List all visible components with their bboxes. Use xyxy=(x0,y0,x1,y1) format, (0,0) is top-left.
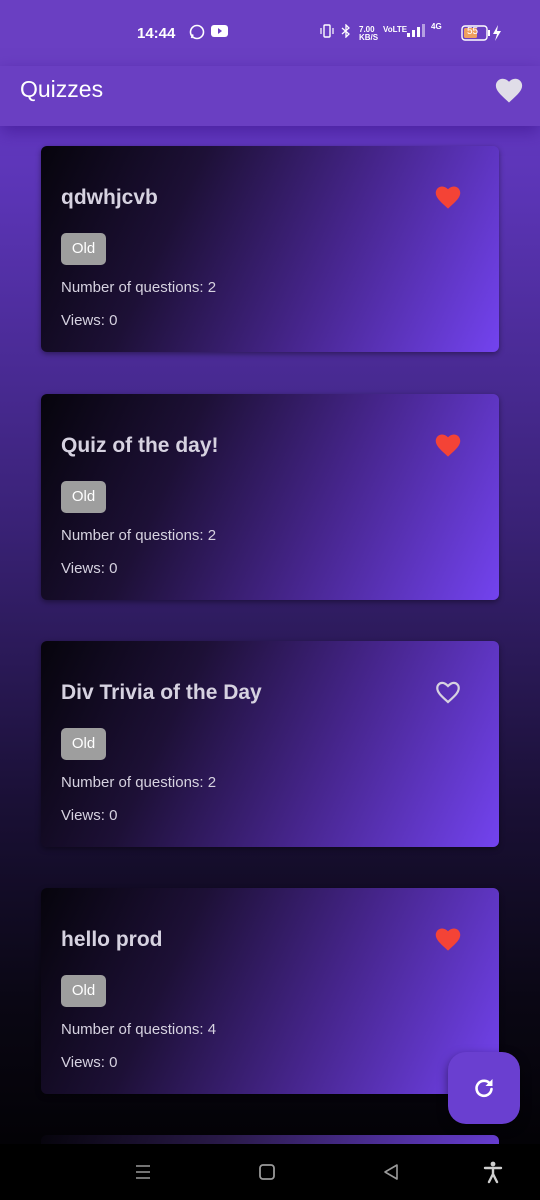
question-count: Number of questions: 2 xyxy=(61,527,217,544)
home-icon[interactable] xyxy=(253,1158,281,1186)
refresh-button[interactable] xyxy=(448,1052,520,1124)
menu-icon[interactable] xyxy=(129,1158,157,1186)
network-type-label: 4G xyxy=(431,22,442,31)
question-count: Number of questions: 4 xyxy=(61,1021,217,1038)
page-title: Quizzes xyxy=(20,76,104,102)
system-nav-bar xyxy=(0,1144,540,1200)
quiz-card[interactable]: Quiz of the day! Old Number of questions… xyxy=(41,394,499,600)
status-badge: Old xyxy=(61,481,106,513)
status-badge: Old xyxy=(61,233,106,265)
bluetooth-icon xyxy=(339,23,353,41)
view-count: Views: 0 xyxy=(61,807,118,824)
vibrate-icon xyxy=(320,24,334,41)
status-bar: 14:44 7.00 KB/S VoLTE 4G 55 xyxy=(0,0,540,66)
status-time: 14:44 xyxy=(137,25,176,42)
favorite-heart-outline-icon[interactable] xyxy=(434,679,462,705)
whatsapp-icon xyxy=(189,24,205,43)
volte-icon: VoLTE xyxy=(383,25,408,34)
question-count: Number of questions: 2 xyxy=(61,279,217,296)
view-count: Views: 0 xyxy=(61,1054,118,1071)
status-badge: Old xyxy=(61,975,106,1007)
favorite-heart-icon[interactable] xyxy=(434,432,462,458)
back-icon[interactable] xyxy=(377,1158,405,1186)
quiz-card[interactable]: Div Trivia of the Day Old Number of ques… xyxy=(41,641,499,847)
quiz-card[interactable]: hello prod Old Number of questions: 4 Vi… xyxy=(41,888,499,1094)
app-bar: Quizzes xyxy=(0,66,540,126)
refresh-icon xyxy=(475,1079,493,1098)
quiz-card-partial[interactable] xyxy=(41,1135,499,1144)
accessibility-icon[interactable] xyxy=(479,1158,507,1186)
quiz-title: Div Trivia of the Day xyxy=(61,681,262,704)
favorite-heart-icon[interactable] xyxy=(434,926,462,952)
favorite-heart-icon[interactable] xyxy=(434,184,462,210)
charging-icon xyxy=(492,25,502,44)
status-badge: Old xyxy=(61,728,106,760)
favorites-heart-icon[interactable] xyxy=(494,76,524,104)
signal-icon xyxy=(407,24,425,41)
quiz-card[interactable]: qdwhjcvb Old Number of questions: 2 View… xyxy=(41,146,499,352)
quiz-title: qdwhjcvb xyxy=(61,186,158,209)
question-count: Number of questions: 2 xyxy=(61,774,217,791)
quiz-list[interactable]: qdwhjcvb Old Number of questions: 2 View… xyxy=(0,126,540,1144)
view-count: Views: 0 xyxy=(61,560,118,577)
view-count: Views: 0 xyxy=(61,312,118,329)
youtube-icon xyxy=(211,24,228,41)
quiz-title: Quiz of the day! xyxy=(61,434,219,457)
net-speed-label: 7.00 KB/S xyxy=(359,25,379,42)
quiz-title: hello prod xyxy=(61,928,163,951)
battery-level: 55 xyxy=(467,26,479,37)
